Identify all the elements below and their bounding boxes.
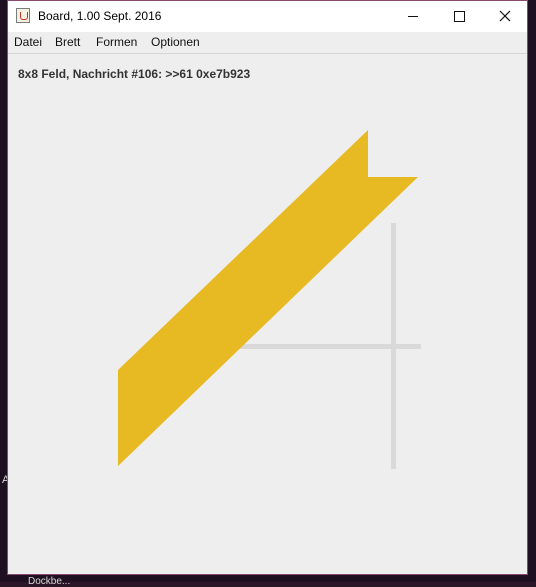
board-slash-shape — [118, 130, 418, 466]
board-drawing — [118, 130, 421, 469]
title-bar[interactable]: Board, 1.00 Sept. 2016 — [8, 1, 527, 32]
close-button[interactable] — [482, 1, 528, 31]
app-window: Board, 1.00 Sept. 2016 Datei Brett Forme… — [7, 0, 528, 575]
maximize-button[interactable] — [436, 1, 482, 31]
menu-bar: Datei Brett Formen Optionen — [8, 32, 527, 54]
maximize-icon — [453, 10, 465, 22]
menu-optionen[interactable]: Optionen — [151, 35, 200, 49]
menu-brett[interactable]: Brett — [55, 35, 80, 49]
minimize-button[interactable] — [390, 1, 436, 31]
minimize-icon — [408, 15, 418, 17]
board-canvas[interactable]: 8x8 Feld, Nachricht #106: >>61 0xe7b923 — [8, 54, 527, 574]
window-title: Board, 1.00 Sept. 2016 — [38, 9, 162, 23]
menu-datei[interactable]: Datei — [14, 35, 42, 49]
close-icon — [499, 10, 511, 22]
menu-formen[interactable]: Formen — [96, 35, 137, 49]
java-app-icon — [16, 8, 30, 23]
